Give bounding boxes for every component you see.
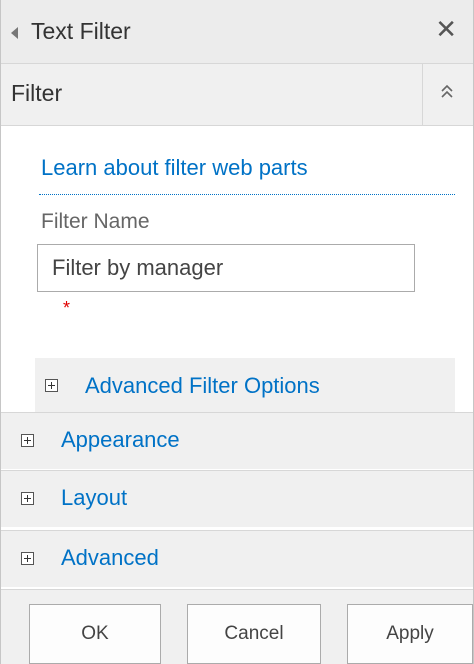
filter-name-label: Filter Name bbox=[41, 210, 150, 233]
collapse-section-button[interactable] bbox=[422, 64, 473, 125]
advanced-filter-options-row[interactable]: Advanced Filter Options bbox=[35, 358, 455, 413]
required-marker: * bbox=[63, 298, 71, 318]
double-chevron-up-icon bbox=[441, 84, 453, 98]
category-appearance[interactable]: Appearance bbox=[1, 413, 473, 469]
cancel-button[interactable]: Cancel bbox=[187, 604, 321, 664]
filter-section-title: Filter bbox=[11, 80, 63, 106]
text-filter-tool-pane: Text Filter ✕ Filter Learn about filter … bbox=[0, 0, 474, 664]
collapse-pane-arrow-icon[interactable] bbox=[11, 27, 18, 39]
button-footer: OK Cancel Apply bbox=[1, 590, 473, 664]
link-divider bbox=[39, 194, 455, 195]
category-layout[interactable]: Layout bbox=[1, 471, 473, 527]
category-label[interactable]: Advanced bbox=[61, 545, 159, 571]
expand-plus-icon[interactable] bbox=[45, 379, 58, 392]
pane-title: Text Filter bbox=[31, 18, 131, 44]
filter-section-header[interactable]: Filter bbox=[1, 64, 473, 126]
expand-plus-icon[interactable] bbox=[21, 434, 34, 447]
close-icon[interactable]: ✕ bbox=[435, 14, 457, 45]
tool-pane-titlebar: Text Filter ✕ bbox=[1, 0, 473, 64]
ok-button[interactable]: OK bbox=[29, 604, 161, 664]
expand-plus-icon[interactable] bbox=[21, 552, 34, 565]
learn-about-filter-link[interactable]: Learn about filter web parts bbox=[41, 155, 308, 181]
category-label[interactable]: Layout bbox=[61, 485, 127, 511]
category-label[interactable]: Appearance bbox=[61, 427, 180, 453]
filter-name-input[interactable] bbox=[37, 244, 415, 292]
category-advanced[interactable]: Advanced bbox=[1, 531, 473, 587]
advanced-filter-options-label[interactable]: Advanced Filter Options bbox=[85, 373, 320, 399]
expand-plus-icon[interactable] bbox=[21, 492, 34, 505]
apply-button[interactable]: Apply bbox=[347, 604, 473, 664]
